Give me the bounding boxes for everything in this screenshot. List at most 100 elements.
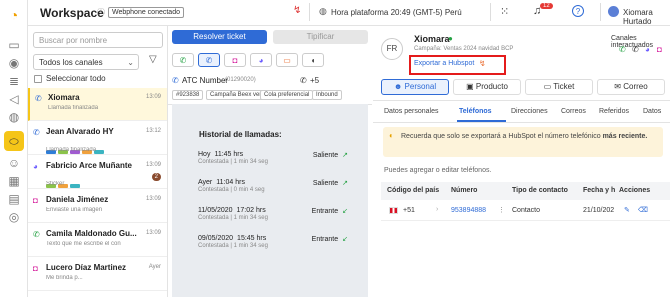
subtab-addresses[interactable]: Direcciones bbox=[511, 108, 548, 115]
messenger-icon[interactable]: ◕ bbox=[250, 53, 272, 67]
conversation-tag: Inbound bbox=[312, 90, 342, 100]
left-rail: ◔ ▭ ◉ ≣ ◁ ◍ ⬭ ☺ ▦ ▤ ◎ bbox=[0, 0, 28, 297]
list-item-time: 13:09 bbox=[145, 196, 161, 202]
eye-icon[interactable]: ◉ bbox=[7, 56, 21, 70]
contact-avatar: FR bbox=[381, 38, 403, 60]
call-time: 17:02 hrs bbox=[236, 207, 266, 214]
call-detail: Contestada | 1 min 34 seg bbox=[198, 243, 268, 249]
conversation-tags: #923838 Campaña Beex ventas Cola preferenc… bbox=[172, 90, 372, 102]
instagram-icon[interactable]: ◘ bbox=[657, 45, 662, 54]
chevron-down-icon: ⌄ bbox=[127, 58, 134, 67]
country-code-value: +51 bbox=[403, 207, 415, 214]
call-direction-label: Entrante bbox=[311, 208, 339, 215]
email-icon[interactable]: ▭ bbox=[276, 53, 298, 67]
avatar[interactable] bbox=[608, 6, 619, 17]
col-date: Fecha y h bbox=[583, 187, 616, 194]
tab-email[interactable]: ✉ Correo bbox=[597, 79, 665, 95]
list-item[interactable]: ◘ Lucero Díaz Martinez Ayer Me brinda p... bbox=[28, 258, 167, 291]
person-icon: ☻ bbox=[393, 82, 403, 91]
list-item[interactable]: ✆ Camila Maldonado Gu... 13:09 Texto que me… bbox=[28, 224, 167, 257]
globe-icon[interactable]: ◍ bbox=[7, 110, 21, 124]
call-history-panel: Historial de llamadas: Hoy 11:45 hrs Conte… bbox=[172, 104, 368, 297]
instagram-icon[interactable]: ◘ bbox=[224, 53, 246, 67]
phone-icon: ✆ bbox=[33, 128, 40, 137]
broadcast-icon[interactable]: ◎ bbox=[7, 210, 21, 224]
export-hubspot-link[interactable]: Exportar a Hubspot bbox=[414, 60, 474, 67]
kebab-icon[interactable]: ⋮ bbox=[498, 206, 505, 214]
search-input[interactable]: Buscar por nombre bbox=[33, 32, 163, 48]
tag-button[interactable]: Tipificar bbox=[273, 30, 368, 44]
chart-icon[interactable]: ▤ bbox=[7, 192, 21, 206]
list-item-name: Xiomara bbox=[48, 93, 80, 102]
call-date: 11/05/2020 bbox=[198, 207, 233, 214]
subtab-data[interactable]: Datos bbox=[643, 108, 661, 115]
col-country-code: Código del país bbox=[387, 187, 440, 194]
list-item-preview: Me brinda p... bbox=[46, 275, 83, 281]
call-time: 11:45 hrs bbox=[214, 151, 244, 158]
subtab-personal-data[interactable]: Datos personales bbox=[384, 108, 438, 115]
line-phone: +5 bbox=[310, 76, 320, 85]
phone-icon: ✆ bbox=[35, 94, 42, 103]
phone-number-link[interactable]: 953894888 bbox=[451, 207, 486, 214]
list-item[interactable]: ◘ Daniela Jiménez 13:09 Enviaste una imagen bbox=[28, 190, 167, 223]
call-direction: Saliente ↗ bbox=[313, 179, 348, 187]
channel-select[interactable]: Todos los canales ⌄ bbox=[33, 54, 139, 70]
page-title: Workspace bbox=[40, 6, 104, 20]
workspace-icon[interactable]: ⬭ bbox=[4, 131, 24, 151]
whatsapp-icon[interactable]: ✆ bbox=[619, 45, 626, 54]
list-item[interactable]: ◕ Fabricio Arce Muñante 13:09 Sticker 2 bbox=[28, 156, 167, 189]
subtab-referrals[interactable]: Referidos bbox=[599, 108, 629, 115]
list-item-name: Camila Maldonado Gu... bbox=[46, 229, 137, 238]
call-time: 15:45 hrs bbox=[237, 235, 267, 242]
list-item-time: 13:09 bbox=[145, 162, 161, 168]
subtab-phones[interactable]: Teléfonos bbox=[459, 108, 492, 115]
phone-icon[interactable]: ✆ bbox=[198, 53, 220, 67]
help-icon[interactable]: ? bbox=[572, 5, 584, 17]
tab-personal-label: Personal bbox=[404, 82, 437, 91]
subtab-emails[interactable]: Correos bbox=[561, 108, 586, 115]
mail-icon: ✉ bbox=[614, 82, 621, 91]
tab-product[interactable]: ▣ Producto bbox=[453, 79, 521, 95]
call-history-title: Historial de llamadas: bbox=[199, 130, 282, 139]
sms-icon[interactable]: ◖ bbox=[302, 53, 324, 67]
tab-personal[interactable]: ☻ Personal bbox=[381, 79, 449, 95]
megaphone-icon[interactable]: ◁ bbox=[7, 92, 21, 106]
ticket-icon: ▭ bbox=[543, 82, 552, 91]
bot-icon[interactable]: ☺ bbox=[7, 156, 21, 170]
inbox-icon[interactable]: ▭ bbox=[7, 38, 21, 52]
call-date: Ayer bbox=[198, 179, 213, 186]
list-item[interactable]: ✆ Jean Alvarado HY 13:12 Llamada finalizada bbox=[28, 122, 167, 155]
list-item-time: 13:09 bbox=[145, 230, 161, 236]
call-time: 11:04 hrs bbox=[216, 179, 245, 186]
user-name[interactable]: Xiomara Hurtado bbox=[623, 8, 670, 26]
top-header: Workspace ⓘ Webphone conectado ↯ ◍ Hora … bbox=[28, 0, 670, 26]
instagram-icon: ◘ bbox=[33, 264, 38, 273]
warning-icon: ◐ bbox=[389, 131, 394, 140]
filter-icon[interactable]: ▽ bbox=[149, 54, 157, 65]
call-direction: Entrante ↙ bbox=[312, 207, 348, 215]
list-icon[interactable]: ≣ bbox=[7, 74, 21, 88]
edit-icon[interactable]: ✎ bbox=[624, 206, 630, 214]
messenger-icon[interactable]: ◕ bbox=[645, 45, 650, 54]
phone-icon[interactable]: ✆ bbox=[632, 45, 639, 54]
call-date: Hoy bbox=[198, 151, 211, 158]
verified-icon: ● bbox=[448, 34, 453, 43]
date-value: 21/10/202 bbox=[583, 207, 615, 214]
grid-icon[interactable]: ▦ bbox=[7, 174, 21, 188]
list-item[interactable]: ✆ Xiomara 13:09 Llamada finalizada bbox=[28, 88, 167, 121]
resolve-ticket-button[interactable]: Resolver ticket bbox=[172, 30, 267, 44]
list-item-preview: Sticker bbox=[46, 181, 65, 187]
trash-icon[interactable]: ⌫ bbox=[638, 206, 648, 214]
list-item-time: 13:12 bbox=[145, 128, 161, 134]
call-direction-arrow-icon: ↗ bbox=[342, 180, 348, 187]
info-icon[interactable]: ⓘ bbox=[97, 7, 105, 18]
messenger-icon: ◕ bbox=[33, 162, 38, 171]
whatsapp-icon[interactable]: ✆ bbox=[172, 53, 194, 67]
call-direction-label: Entrante bbox=[311, 236, 339, 243]
hubspot-icon: ↯ bbox=[479, 59, 486, 68]
dialpad-icon[interactable]: ⁙ bbox=[500, 5, 509, 18]
select-all-checkbox[interactable] bbox=[34, 75, 42, 83]
phone-line-icon-2: ✆ bbox=[300, 76, 307, 85]
phone-signal-icon[interactable]: ↯ bbox=[293, 5, 301, 16]
tab-ticket[interactable]: ▭ Ticket bbox=[525, 79, 593, 95]
